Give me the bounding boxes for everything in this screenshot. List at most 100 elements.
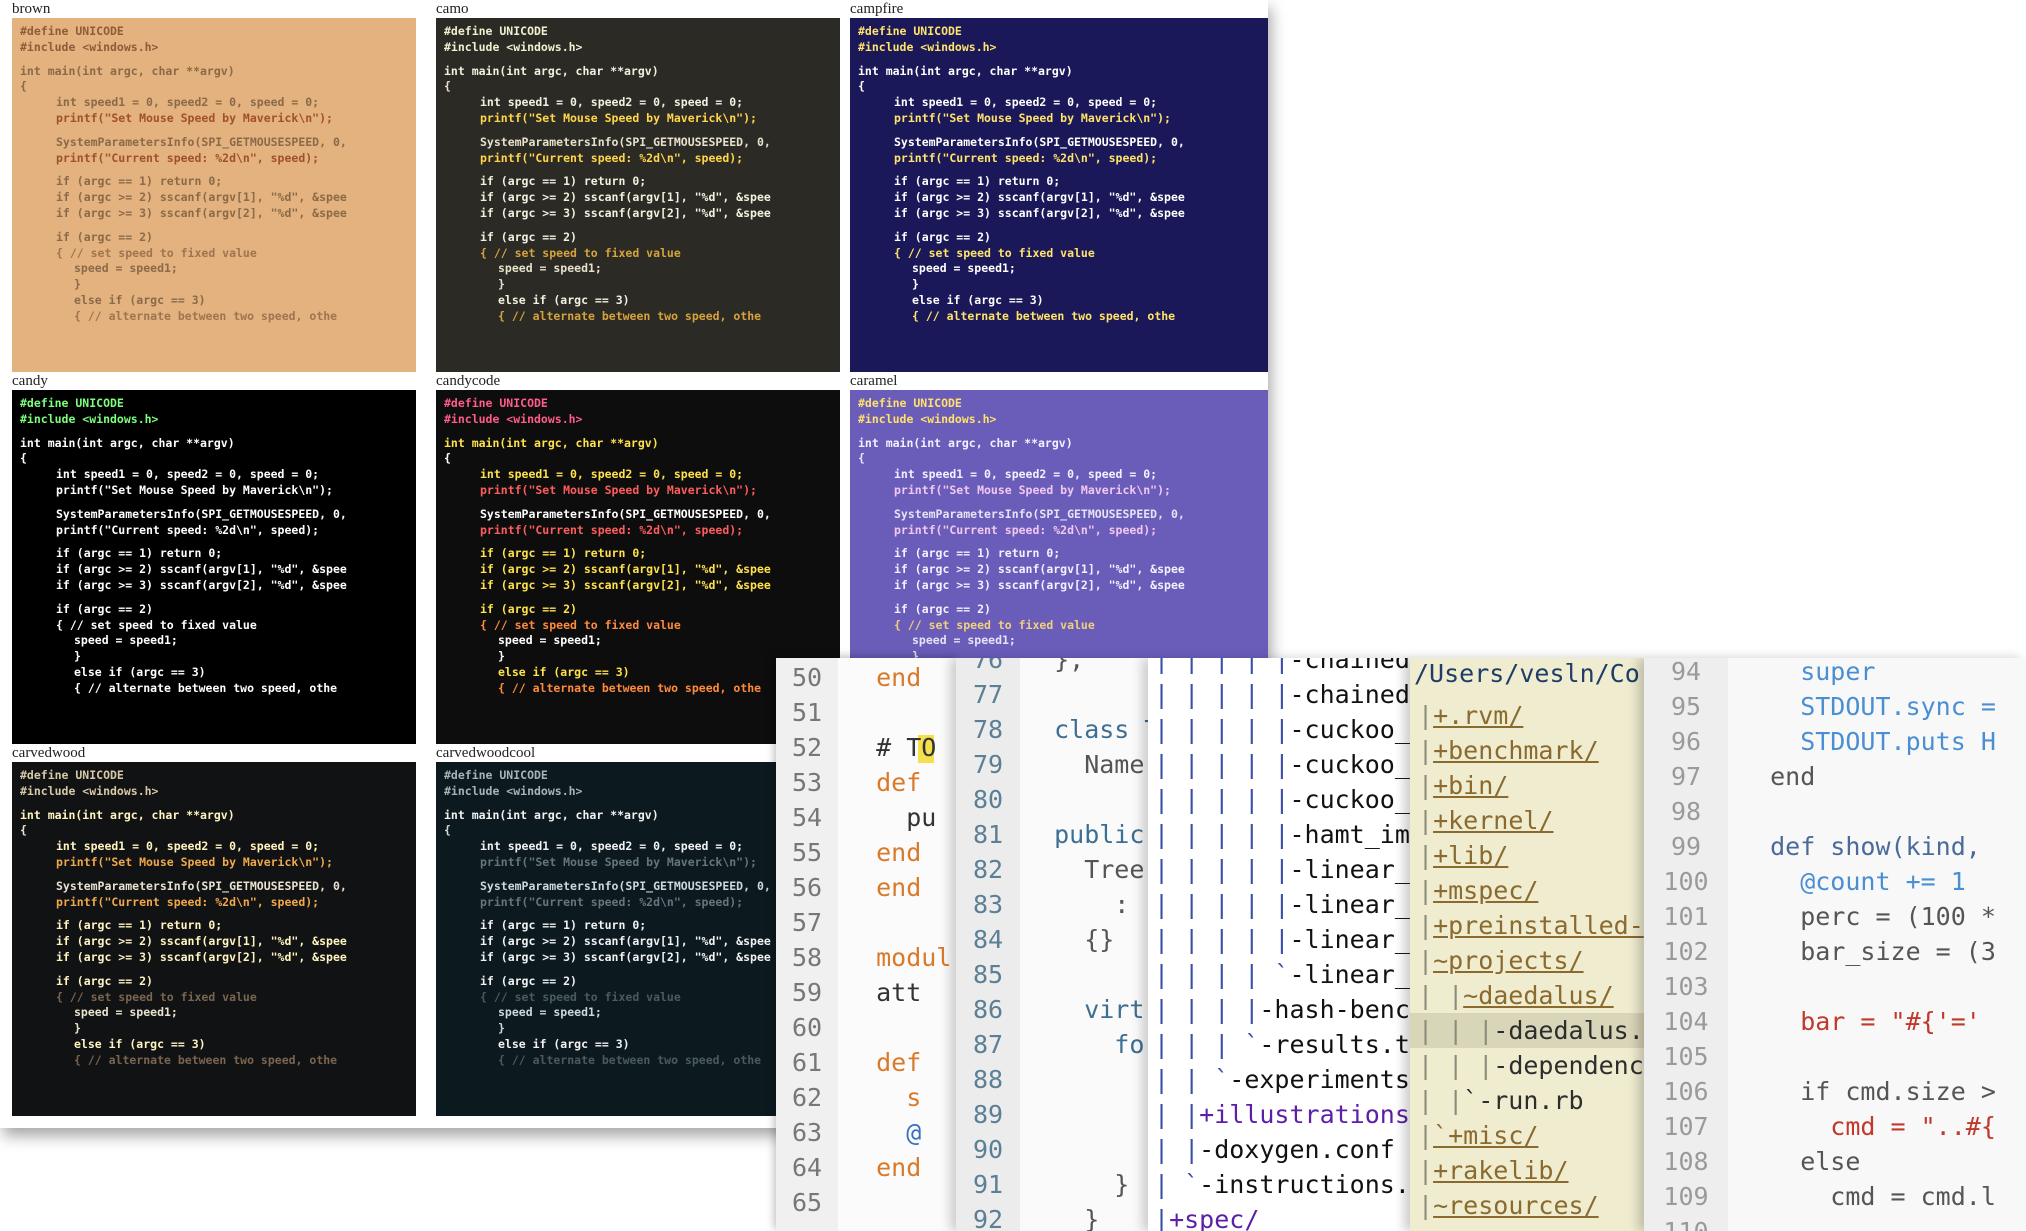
tree-guide: | | | | | <box>1154 855 1290 884</box>
line-number: 82 <box>972 855 1004 884</box>
tree-row[interactable]: | | `-experiments <box>1154 1062 1410 1097</box>
code-line: }, <box>1024 658 1085 674</box>
tree-row[interactable]: | |-doxygen.conf <box>1154 1132 1410 1167</box>
tree-row[interactable]: |+spec/ <box>1154 1202 1410 1231</box>
code-line: { <box>20 451 27 466</box>
line-number: 101 <box>1663 902 1709 931</box>
code-line: SystemParametersInfo(SPI_GETMOUSESPEED, … <box>894 134 1185 149</box>
theme-name-label: brown <box>12 1 51 17</box>
code-line: if (argc == 2) <box>480 229 577 244</box>
line-number: 97 <box>1670 762 1702 791</box>
tree-guide: | <box>1418 876 1434 905</box>
tree-row[interactable]: |+mspec/ <box>1418 873 1644 908</box>
tree-row[interactable]: | | | | |-linear_ <box>1154 922 1410 957</box>
tree-row[interactable]: | | | |-hash-benc <box>1154 992 1410 1027</box>
code-line: } <box>912 277 919 292</box>
line-number: 92 <box>972 1205 1004 1231</box>
theme-panel[interactable]: camo #define UNICODE #include <windows.h>… <box>424 0 840 372</box>
code-line: if (argc == 2) <box>56 229 153 244</box>
tree-row[interactable]: |+rakelib/ <box>1418 1153 1644 1188</box>
code-line: if (argc == 2) <box>56 601 153 616</box>
code-line: else if (argc == 3) <box>74 292 206 307</box>
tree-node-label: -chained <box>1289 658 1410 674</box>
tree-guide: | | <box>1154 1135 1200 1164</box>
tree-row[interactable]: |`+misc/ <box>1418 1118 1644 1153</box>
ruby-editor-right[interactable]: 94 95 96 97 98 99 100 101 102 103 104 105 106 107 108 1… <box>1644 658 2026 1231</box>
line-number: 110 <box>1644 1214 1728 1231</box>
code-line: printf("Current speed: %2d\n", speed); <box>56 150 320 165</box>
code-line: super <box>1740 658 1876 686</box>
line-number: 50 <box>791 663 823 692</box>
tree-guide: | | | | <box>1154 995 1260 1024</box>
line-number: 53 <box>791 768 823 797</box>
code-line: SystemParametersInfo(SPI_GETMOUSESPEED, … <box>894 506 1185 521</box>
ruby-editor-left[interactable]: 50 51 52 53 54 55 56 57 58 59 60 61 62 63 64 65 end # T… <box>776 658 956 1231</box>
tree-row[interactable]: | | | `-results.t <box>1154 1027 1410 1062</box>
file-tree-panel[interactable]: | | | | |-chained | | | | |-chained | | | … <box>1148 658 1410 1231</box>
csharp-editor[interactable]: 76 77 78 79 80 81 82 83 84 85 86 87 88 89 90 91 92 }, cl… <box>956 658 1148 1231</box>
tree-row[interactable]: | | | | |-chained <box>1154 658 1410 677</box>
tree-node-label: +.rvm/ <box>1433 701 1524 730</box>
theme-name-label: campfire <box>850 1 904 17</box>
code-line: if (argc >= 2) sscanf(argv[1], "%d", &sp… <box>480 562 771 577</box>
tree-row[interactable]: | | | | `-linear_ <box>1154 957 1410 992</box>
tree-node-label: -doxygen.conf <box>1199 1135 1395 1164</box>
tree-row[interactable]: | | |-daedalus. <box>1418 1013 1644 1048</box>
tree-row[interactable]: | |~daedalus/ <box>1418 978 1644 1013</box>
nerdtree-panel[interactable]: /Users/vesln/Co |+.rvm/|+benchmark/|+bin/… <box>1410 658 1644 1231</box>
line-number: 57 <box>791 908 823 937</box>
code-line: end <box>1740 762 1816 791</box>
theme-panel[interactable]: brown #define UNICODE #include <windows.h… <box>0 0 416 372</box>
tree-row[interactable]: | | | | |-cuckoo_ <box>1154 782 1410 817</box>
tree-node-label: +illustrations <box>1199 1100 1410 1129</box>
tree-row[interactable]: |+benchmark/ <box>1418 733 1644 768</box>
code-line: if (argc == 1) return 0; <box>894 546 1061 561</box>
theme-panel[interactable]: campfire #define UNICODE #include <window… <box>838 0 1268 372</box>
tree-row[interactable]: | | | | |-cuckoo_ <box>1154 747 1410 782</box>
tree-node-label: -chained <box>1289 680 1410 709</box>
code-line: if (argc >= 2) sscanf(argv[1], "%d", &sp… <box>56 190 347 205</box>
code-line: if cmd.size > <box>1740 1077 1996 1106</box>
tree-row[interactable]: |+lib/ <box>1418 838 1644 873</box>
code-line: { // set speed to fixed value <box>56 617 257 632</box>
tree-node-label: -dependenc <box>1493 1051 1644 1080</box>
tree-row[interactable]: |+.rvm/ <box>1418 698 1644 733</box>
tree-row[interactable]: | | | | |-chained <box>1154 677 1410 712</box>
tree-row[interactable]: |~resources/ <box>1418 1188 1644 1223</box>
tree-row[interactable]: |+preinstalled- <box>1418 908 1644 943</box>
tree-row[interactable]: |+kernel/ <box>1418 803 1644 838</box>
line-number: 94 <box>1670 658 1702 686</box>
code-preview: #define UNICODE #include <windows.h> int m… <box>12 18 416 372</box>
tree-row[interactable]: | | | | |-cuckoo_ <box>1154 712 1410 747</box>
code-line: @count += 1 <box>1740 867 1966 896</box>
tree-row[interactable]: | |+illustrations <box>1154 1097 1410 1132</box>
tree-row[interactable]: |~projects/ <box>1418 943 1644 978</box>
code-line: #define UNICODE <box>444 24 548 38</box>
tree-guide: | <box>1418 946 1434 975</box>
code-line: int speed1 = 0, speed2 = 0, speed = 0; <box>480 95 744 110</box>
tree-row[interactable]: | | |-dependenc <box>1418 1048 1644 1083</box>
code-line: printf("Set Mouse Speed by Maverick\n"); <box>894 110 1171 125</box>
tree-row[interactable]: |+bin/ <box>1418 768 1644 803</box>
tree-row[interactable]: | `-instructions. <box>1154 1167 1410 1202</box>
code-line: #include <windows.h> <box>444 39 583 54</box>
theme-panel[interactable]: carvedwood #define UNICODE #include <wind… <box>0 744 416 1116</box>
tree-row[interactable]: | | | | |-linear_ <box>1154 887 1410 922</box>
tree-row[interactable]: | |`-run.rb <box>1418 1083 1644 1118</box>
tree-row[interactable]: | | | | |-linear_ <box>1154 852 1410 887</box>
tree-row[interactable]: | | | | |-hamt_im <box>1154 817 1410 852</box>
code-line: } <box>1024 1170 1130 1199</box>
theme-panel[interactable]: candy #define UNICODE #include <windows.h… <box>0 372 416 744</box>
line-number: 64 <box>791 1153 823 1182</box>
